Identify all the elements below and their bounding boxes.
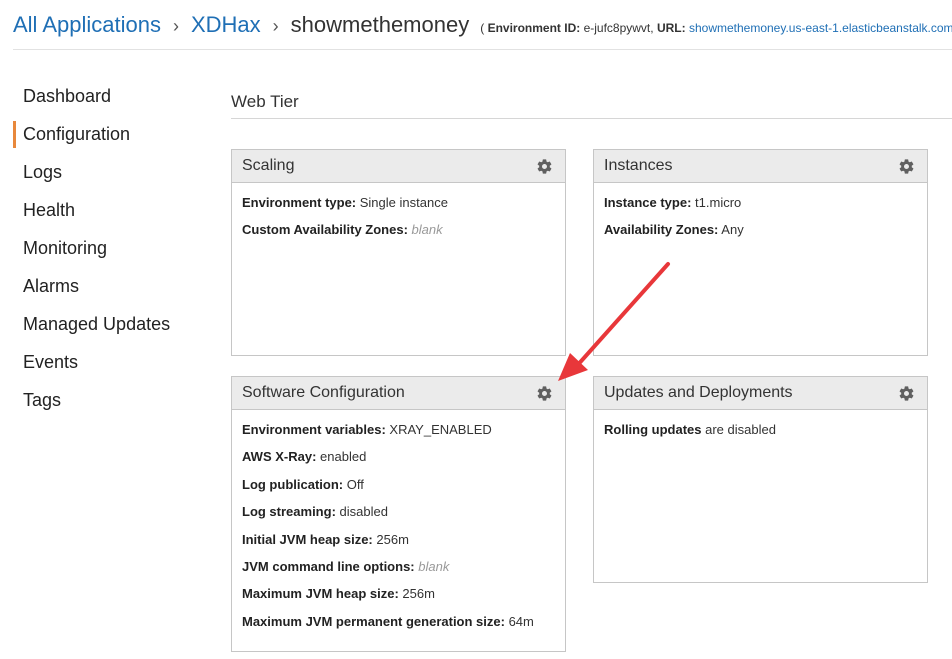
config-label: Maximum JVM permanent generation size: [242,613,505,629]
panel-header: Updates and Deployments [594,377,927,410]
gear-icon[interactable] [898,385,915,402]
config-row: Maximum JVM heap size: 256m [242,580,555,607]
panel-header: Instances [594,150,927,183]
panel-header: Scaling [232,150,565,183]
panel-body: Rolling updates are disabled [594,410,927,443]
panel-title: Updates and Deployments [604,384,793,401]
panel-title: Instances [604,157,673,174]
panel-body: Environment variables: XRAY_ENABLED AWS … [232,410,565,635]
config-label: Environment type: [242,195,357,210]
breadcrumb: All Applications › XDHax › showmethemone… [13,12,952,42]
config-row: Log streaming: disabled [242,498,555,525]
section-divider [231,118,952,119]
sidebar-item-events[interactable]: Events [13,346,203,384]
breadcrumb-application[interactable]: XDHax [191,12,261,38]
panel-body: Instance type: t1.micro Availability Zon… [594,183,927,244]
config-label: Availability Zones: [604,222,719,238]
config-label: Instance type: [604,195,692,210]
panel-title: Software Configuration [242,384,405,401]
config-value: Single instance [359,195,448,210]
config-label: Rolling updates [604,422,702,437]
sidebar-nav: Dashboard Configuration Logs Health Moni… [13,80,203,422]
config-label: Custom Availability Zones: [242,222,408,238]
gear-icon[interactable] [536,158,553,175]
sidebar-item-tags[interactable]: Tags [13,384,203,422]
config-value: Off [346,476,364,492]
config-row: Custom Availability Zones: blank [242,216,555,243]
scaling-panel: Scaling Environment type: Single instanc… [231,149,566,356]
sidebar-item-alarms[interactable]: Alarms [13,270,203,308]
header-divider [13,49,952,50]
config-value: t1.micro [695,195,742,210]
config-value: Any [721,222,744,238]
panel-title: Scaling [242,157,295,174]
sidebar-item-configuration[interactable]: Configuration [13,118,203,156]
chevron-right-icon: › [172,16,179,36]
config-label: Log publication: [242,476,344,492]
environment-id: e-jufc8pywvt, [583,21,654,35]
config-label: Initial JVM heap size: [242,531,373,547]
config-value: enabled [320,449,367,465]
config-row: Environment type: Single instance [242,189,555,216]
config-row: Initial JVM heap size: 256m [242,526,555,553]
environment-url-label: URL: [656,21,686,35]
config-value: 64m [508,613,534,629]
config-value: blank [418,559,450,575]
instances-panel: Instances Instance type: t1.micro Availa… [593,149,928,356]
config-value: disabled [339,504,388,520]
config-row: Availability Zones: Any [604,216,917,243]
config-row: JVM command line options: blank [242,553,555,580]
panel-header: Software Configuration [232,377,565,410]
section-title: Web Tier [231,92,299,111]
config-row: Log publication: Off [242,471,555,498]
config-label: AWS X-Ray: [242,449,317,465]
config-value: XRAY_ENABLED [389,422,492,437]
config-row: Rolling updates are disabled [604,416,917,443]
sidebar-item-managed-updates[interactable]: Managed Updates [13,308,203,346]
config-value: 256m [402,586,435,602]
gear-icon[interactable] [898,158,915,175]
config-row: AWS X-Ray: enabled [242,443,555,470]
config-value: are disabled [705,422,776,437]
updates-deployments-panel: Updates and Deployments Rolling updates … [593,376,928,583]
environment-info: ( Environment ID: e-jufc8pywvt, URL: sho… [480,21,952,35]
config-row: Maximum JVM permanent generation size: 6… [242,608,555,635]
config-row: Instance type: t1.micro [604,189,917,216]
sidebar-item-health[interactable]: Health [13,194,203,232]
environment-info-open: ( [480,21,488,35]
environment-url-link[interactable]: showmethemoney.us-east-1.elasticbeanstal… [689,21,952,35]
config-label: JVM command line options: [242,559,415,575]
config-label: Environment variables: [242,422,386,437]
gear-icon[interactable] [536,385,553,402]
sidebar-item-monitoring[interactable]: Monitoring [13,232,203,270]
software-configuration-panel: Software Configuration Environment varia… [231,376,566,652]
sidebar-item-dashboard[interactable]: Dashboard [13,80,203,118]
environment-id-label: Environment ID: [487,21,581,35]
config-value: 256m [376,531,409,547]
panel-body: Environment type: Single instance Custom… [232,183,565,244]
chevron-right-icon: › [272,16,279,36]
config-label: Log streaming: [242,504,336,520]
breadcrumb-all-applications[interactable]: All Applications [13,12,161,38]
config-label: Maximum JVM heap size: [242,586,399,602]
breadcrumb-environment: showmethemoney [290,12,470,37]
config-value: blank [411,222,443,238]
config-row: Environment variables: XRAY_ENABLED [242,416,555,443]
sidebar-item-logs[interactable]: Logs [13,156,203,194]
